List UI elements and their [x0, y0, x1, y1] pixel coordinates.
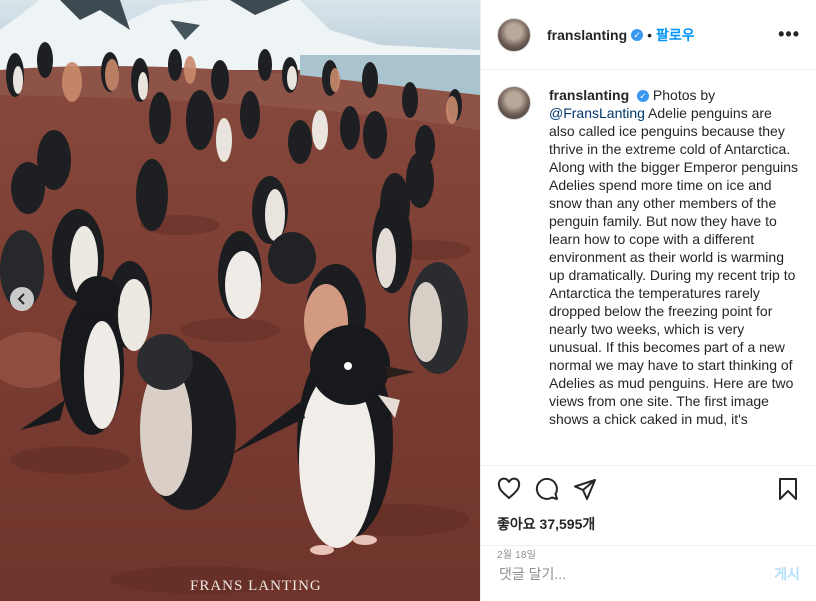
comment-icon[interactable] — [535, 477, 559, 501]
post-header: franslanting ✓ • 팔로우 ••• — [481, 0, 816, 70]
header-username[interactable]: franslanting — [547, 27, 627, 43]
paper-plane-icon[interactable] — [573, 477, 597, 501]
actions-bar: 좋아요 37,595개 2월 18일 게시 — [481, 465, 816, 601]
carousel-prev-button[interactable] — [10, 287, 34, 311]
comment-form: 게시 — [481, 545, 816, 601]
caption-verified-badge-icon: ✓ — [637, 90, 650, 103]
caption-mention-link[interactable]: @FransLanting — [549, 105, 645, 121]
post-modal: FRANS LANTING franslanting ✓ • 팔로우 ••• f… — [0, 0, 816, 601]
post-side-panel: franslanting ✓ • 팔로우 ••• franslanting ✓ … — [480, 0, 816, 601]
caption: franslanting ✓ Photos by @FransLanting A… — [549, 86, 800, 465]
action-icons — [497, 466, 800, 512]
post-photo[interactable]: FRANS LANTING — [0, 0, 480, 601]
caption-intro: Photos by — [652, 87, 716, 103]
photo-watermark: FRANS LANTING — [190, 578, 322, 594]
comment-input[interactable] — [497, 564, 775, 583]
caption-avatar[interactable] — [497, 86, 531, 120]
caption-body: Adelie penguins are also called ice peng… — [549, 105, 799, 427]
verified-badge-icon: ✓ — [631, 28, 644, 41]
caption-area: franslanting ✓ Photos by @FransLanting A… — [481, 70, 816, 465]
more-options-icon[interactable]: ••• — [778, 24, 800, 45]
follow-button[interactable]: 팔로우 — [656, 25, 695, 45]
penguin-photo-image — [0, 0, 480, 601]
bookmark-icon[interactable] — [776, 477, 800, 501]
chevron-left-icon — [16, 293, 28, 305]
caption-username[interactable]: franslanting — [549, 87, 629, 103]
post-comment-button[interactable]: 게시 — [774, 564, 800, 584]
heart-icon[interactable] — [497, 477, 521, 501]
separator-dot: • — [647, 26, 653, 43]
likes-count[interactable]: 좋아요 37,595개 — [497, 514, 800, 534]
avatar[interactable] — [497, 17, 531, 52]
